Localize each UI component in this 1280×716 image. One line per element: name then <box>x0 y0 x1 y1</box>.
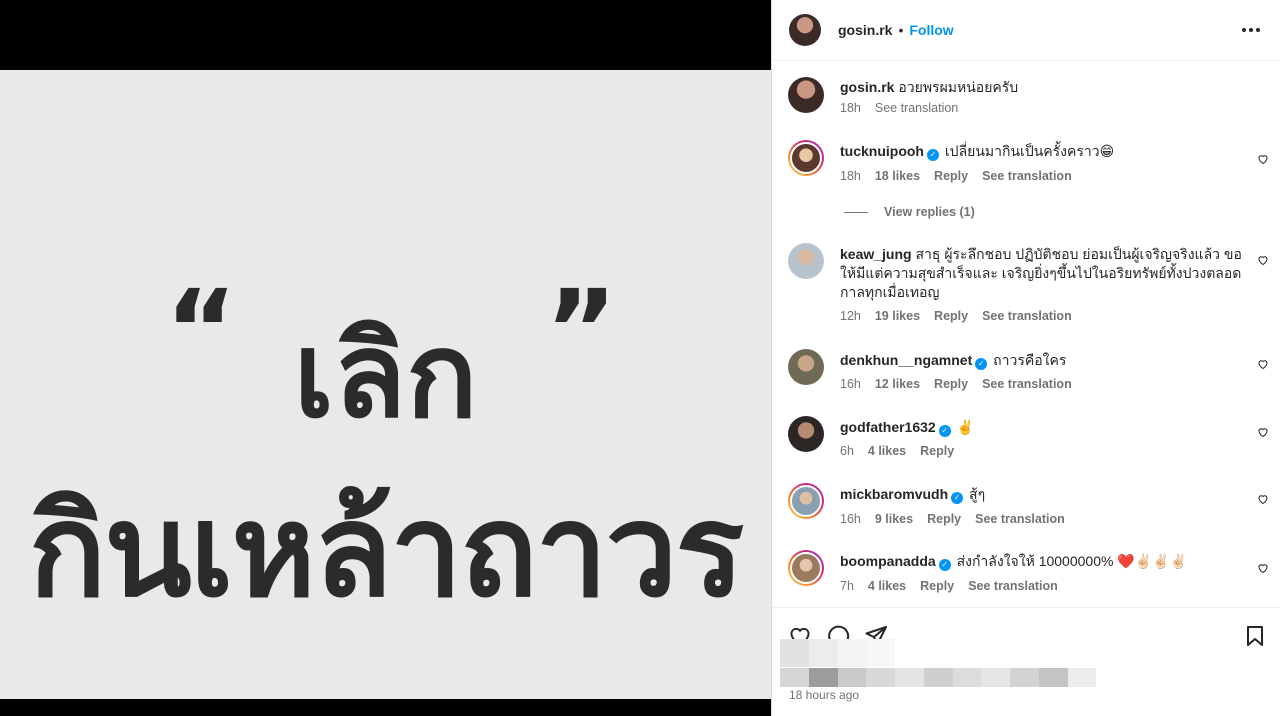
see-translation-link[interactable]: See translation <box>982 169 1072 183</box>
follow-button[interactable]: Follow <box>909 22 953 38</box>
verified-badge-icon: ✓ <box>927 149 939 161</box>
view-replies-label: View replies (1) <box>884 205 975 219</box>
reply-button[interactable]: Reply <box>920 579 954 593</box>
comment-text: ✌️ <box>956 419 975 435</box>
comment-likes[interactable]: 4 likes <box>868 444 906 458</box>
comment-likes[interactable]: 4 likes <box>868 579 906 593</box>
more-options-icon[interactable] <box>1238 24 1264 36</box>
comment-time[interactable]: 6h <box>840 444 854 458</box>
comment-likes[interactable]: 9 likes <box>875 512 913 526</box>
comment-time[interactable]: 7h <box>840 579 854 593</box>
comment: boompanadda ✓ ส่งกำลังใจให้ 10000000% ❤️✌… <box>788 550 1269 602</box>
see-translation-link[interactable]: See translation <box>968 579 1058 593</box>
commenter-username[interactable]: boompanadda <box>840 553 936 569</box>
comment-time[interactable]: 12h <box>840 309 861 323</box>
comment-time[interactable]: 18h <box>840 169 861 183</box>
comment: mickbaromvudh ✓ สู้ๆ 16h 9 likes Reply Se… <box>788 483 1269 533</box>
commenter-avatar[interactable] <box>788 140 824 176</box>
comment-time[interactable]: 16h <box>840 377 861 391</box>
like-comment-icon[interactable] <box>1257 426 1269 438</box>
caption-avatar[interactable] <box>788 77 824 113</box>
commenter-avatar[interactable] <box>788 416 824 452</box>
reply-button[interactable]: Reply <box>934 377 968 391</box>
verified-badge-icon: ✓ <box>951 492 964 504</box>
post-header: gosin.rk • Follow <box>772 0 1280 61</box>
post-image[interactable]: “ ” เลิก กินเหล้าถาวร <box>0 70 771 699</box>
see-translation-link[interactable]: See translation <box>975 512 1065 526</box>
verified-badge-icon: ✓ <box>975 358 988 370</box>
commenter-username[interactable]: tucknuipooh <box>840 143 924 159</box>
comment: godfather1632 ✓ ✌️ 6h 4 likes Reply <box>788 416 1269 466</box>
comments-list[interactable]: gosin.rk อวยพรผมหน่อยครับ 18h See transl… <box>772 61 1280 607</box>
likes-summary-blurred[interactable] <box>780 639 895 667</box>
reply-button[interactable]: Reply <box>934 309 968 323</box>
commenter-avatar[interactable] <box>788 550 824 586</box>
verified-badge-icon: ✓ <box>938 559 951 571</box>
replies-divider <box>844 211 868 213</box>
commenter-username[interactable]: denkhun__ngamnet <box>840 352 972 368</box>
view-replies-button[interactable]: View replies (1) <box>844 205 975 219</box>
like-comment-icon[interactable] <box>1257 358 1269 370</box>
commenter-avatar[interactable] <box>788 349 824 385</box>
image-text-line2: กินเหล้าถาวร <box>28 477 744 626</box>
like-comment-icon[interactable] <box>1257 493 1269 505</box>
post-timestamp[interactable]: 18 hours ago <box>789 688 859 702</box>
comment: keaw_jung สาธุ ผู้ระลึกชอบ ปฏิบัติชอบ ย่… <box>788 243 1269 333</box>
like-comment-icon[interactable] <box>1257 153 1269 165</box>
commenter-username[interactable]: godfather1632 <box>840 419 936 435</box>
like-comment-icon[interactable] <box>1257 254 1269 266</box>
caption-text: อวยพรผมหน่อยครับ <box>898 79 1019 95</box>
commenter-username[interactable]: mickbaromvudh <box>840 486 948 502</box>
reply-button[interactable]: Reply <box>934 169 968 183</box>
bookmark-icon[interactable] <box>1243 624 1267 648</box>
see-translation-link[interactable]: See translation <box>982 377 1072 391</box>
commenter-username[interactable]: keaw_jung <box>840 246 912 262</box>
author-avatar[interactable] <box>789 14 821 46</box>
caption-time[interactable]: 18h <box>840 101 861 115</box>
comment: tucknuipooh ✓ เปลี่ยนมากินเป็นครั้งคราว😁 … <box>788 140 1269 250</box>
comment-likes[interactable]: 19 likes <box>875 309 920 323</box>
comment-likes[interactable]: 12 likes <box>875 377 920 391</box>
comment-text: ถาวรคือใคร <box>993 352 1067 368</box>
caption-username[interactable]: gosin.rk <box>840 79 894 95</box>
reply-button[interactable]: Reply <box>920 444 954 458</box>
like-comment-icon[interactable] <box>1257 562 1269 574</box>
separator-dot: • <box>898 22 904 38</box>
comment-text: เปลี่ยนมากินเป็นครั้งคราว😁 <box>944 143 1115 159</box>
comment: denkhun__ngamnet ✓ ถาวรคือใคร 16h 12 like… <box>788 349 1269 399</box>
reply-button[interactable]: Reply <box>927 512 961 526</box>
verified-badge-icon: ✓ <box>938 425 951 437</box>
comment-text: สู้ๆ <box>969 486 986 502</box>
comment-text: ส่งกำลังใจให้ 10000000% ❤️✌🏻✌🏻✌🏻 <box>956 553 1188 569</box>
post-actions: 18 hours ago <box>772 607 1280 716</box>
post-sidebar: gosin.rk • Follow gosin.rk อวยพรผมหน่อยค… <box>771 0 1280 716</box>
comment-likes[interactable]: 18 likes <box>875 169 920 183</box>
commenter-avatar[interactable] <box>788 483 824 519</box>
post-media: “ ” เลิก กินเหล้าถาวร <box>0 0 771 716</box>
commenter-avatar[interactable] <box>788 243 824 279</box>
see-translation-link[interactable]: See translation <box>982 309 1072 323</box>
comment-time[interactable]: 16h <box>840 512 861 526</box>
caption-see-translation[interactable]: See translation <box>875 101 958 115</box>
author-username[interactable]: gosin.rk <box>838 22 892 38</box>
image-text-line1: เลิก <box>293 306 478 444</box>
caption: gosin.rk อวยพรผมหน่อยครับ 18h See transl… <box>788 77 1269 119</box>
likes-count-blurred <box>780 668 1096 687</box>
